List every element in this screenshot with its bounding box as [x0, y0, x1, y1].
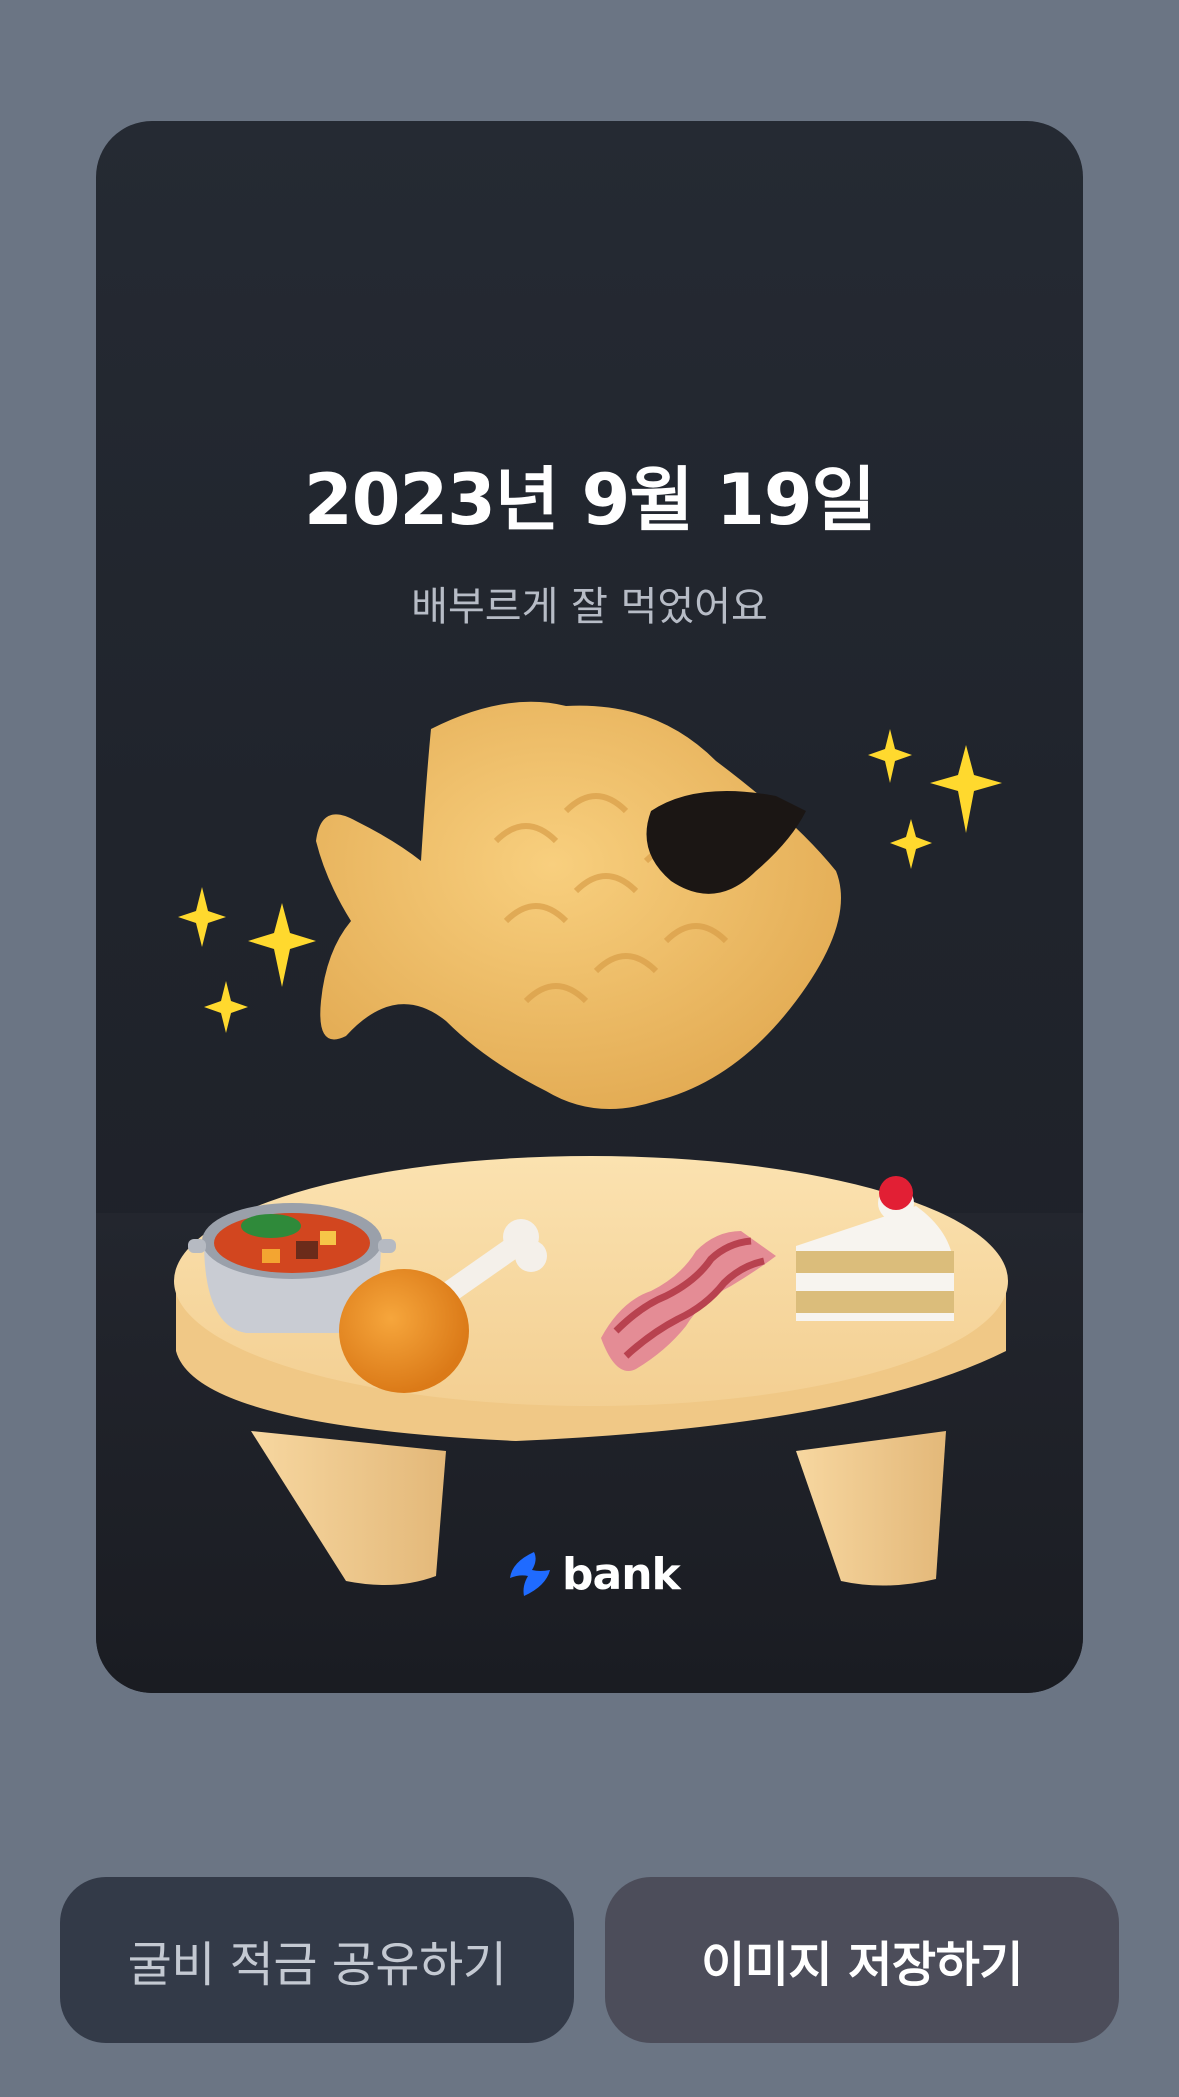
toss-logo-icon	[510, 1552, 550, 1596]
brand-name: bank	[562, 1548, 681, 1600]
share-card: 2023년 9월 19일 배부르게 잘 먹었어요 bank	[96, 121, 1083, 1693]
card-title: 2023년 9월 19일	[304, 459, 876, 541]
save-image-button[interactable]: 이미지 저장하기	[605, 1877, 1119, 2043]
sparkles-left-icon	[178, 887, 316, 1033]
brand: bank	[504, 1544, 681, 1604]
share-savings-button[interactable]: 굴비 적금 공유하기	[60, 1877, 574, 2043]
sparkles-right-icon	[868, 729, 1002, 869]
card-subtitle: 배부르게 잘 먹었어요	[411, 584, 768, 630]
illustration	[174, 701, 1008, 1586]
fish-bread-icon	[316, 701, 841, 1109]
